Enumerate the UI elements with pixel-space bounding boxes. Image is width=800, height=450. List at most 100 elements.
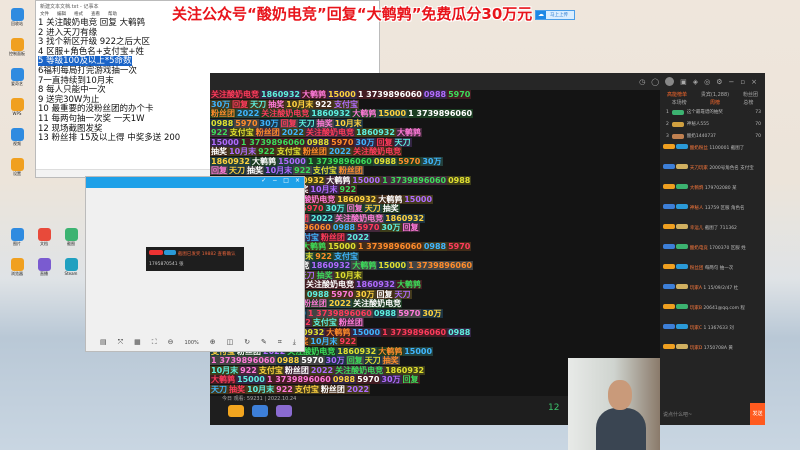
desktop-icon[interactable]: Steam <box>60 258 82 282</box>
fullscreen-icon[interactable]: ⛶ <box>152 338 157 347</box>
close-button[interactable]: × <box>751 78 757 86</box>
desktop-icon[interactable]: 设置 <box>6 158 28 182</box>
horse-icon[interactable] <box>276 405 292 417</box>
ocr-icon[interactable]: ▦ <box>134 338 141 347</box>
message-icon[interactable]: ◎ <box>704 78 710 86</box>
danmaku-comment: 关注酸奶电竞 <box>352 299 403 308</box>
desktop-icon[interactable]: 直播 <box>33 258 55 282</box>
menu-item[interactable]: 编辑 <box>57 11 66 18</box>
danmaku-comment: 回复 <box>231 99 250 109</box>
chat-subtab[interactable]: 周榜 <box>710 99 720 106</box>
fit-icon[interactable]: ⤧ <box>118 338 124 347</box>
chat-tab[interactable]: 贵宾(1,288) <box>701 91 729 98</box>
rotate-icon[interactable]: ↻ <box>244 338 250 347</box>
zoom-in-icon[interactable]: ⊕ <box>210 338 216 347</box>
actual-size-icon[interactable]: ◫ <box>227 338 234 347</box>
danmaku-comment: 2022 <box>327 299 353 308</box>
desktop-icon[interactable]: 浏览器 <box>6 258 28 282</box>
zoom-out-icon[interactable]: ⊖ <box>168 338 174 347</box>
menu-item[interactable]: 格式 <box>74 11 83 18</box>
settings-icon[interactable]: ⚙ <box>716 78 722 86</box>
rank-row[interactable]: 3 酸奶1440737 70 <box>660 130 765 142</box>
danmaku-comment: 1860932 <box>210 156 251 166</box>
danmaku-comment: 天刀 <box>210 384 228 394</box>
minimize-button[interactable]: − <box>272 177 277 188</box>
viewer-toolbar: ▤ ⤧ ▦ ⛶ ⊖ 100% ⊕ ◫ ↻ ✎ ⌗ ⤓ <box>100 338 296 347</box>
desktop-icon-label: 回收站 <box>11 21 23 26</box>
danmaku-comment: 2022 <box>327 147 353 156</box>
danmaku-comment: 粉丝团 <box>319 232 346 242</box>
maximize-button[interactable]: ▫ <box>740 78 745 86</box>
danmaku-comment: 粉丝团 <box>210 109 236 118</box>
danmaku-comment: 1 3739896060 <box>306 156 373 166</box>
line-text: 8 每人只能中一次 <box>38 85 106 96</box>
danmaku-comment: 1 3739896060 <box>381 175 448 185</box>
edit-icon[interactable]: ✎ <box>261 338 267 347</box>
danmaku-comment: 10月末 <box>309 185 339 194</box>
desktop-icon[interactable]: 截图 <box>60 228 82 252</box>
danmaku-comment: 1860932 <box>384 365 426 375</box>
shield-icon[interactable]: ◯ <box>651 78 659 86</box>
app-icon <box>10 128 24 141</box>
send-button[interactable]: 发送 <box>750 403 765 425</box>
upload-badge[interactable]: ☁ 马上上传 <box>535 10 575 20</box>
danmaku-comment: 30万 <box>258 118 280 128</box>
chat-tab[interactable]: 高能榜单 <box>667 91 687 98</box>
app-icon <box>37 228 51 241</box>
avatar[interactable] <box>665 77 675 86</box>
pin-icon[interactable]: ✓ <box>261 177 266 188</box>
desktop-icon[interactable]: 爱奇艺 <box>6 68 28 92</box>
chat-username: 玩家C <box>689 326 703 331</box>
shirt-icon[interactable]: ◈ <box>693 78 698 86</box>
danmaku-comment: 1860932 <box>354 128 396 137</box>
chat-subtab[interactable]: 总榜 <box>743 99 753 106</box>
desktop-icon[interactable]: 图片 <box>6 228 28 252</box>
danmaku-comment: 15000 <box>236 375 266 384</box>
menu-item[interactable]: 文件 <box>40 11 49 18</box>
danmaku-comment: 10月末 <box>309 337 339 346</box>
chat-username: 大鹌鹑 <box>689 186 704 191</box>
chat-text: 13759 区服 角色名 <box>704 206 745 211</box>
rank-row[interactable]: 1 这个最靠谱的抽奖 73 <box>660 106 765 118</box>
trophy-icon[interactable] <box>228 405 244 417</box>
app-toolbar: ◷ ◯ ▣ ◈ ◎ ⚙ − ▫ × <box>210 73 765 90</box>
download-icon[interactable]: ⤓ <box>293 338 296 347</box>
desktop-icon[interactable]: WPS <box>6 98 28 122</box>
danmaku-comment: 支付宝 <box>293 384 320 394</box>
danmaku-comment: 支付宝 <box>332 251 359 261</box>
danmaku-comment: 支付宝 <box>275 147 302 156</box>
chat-username: 幸运儿 <box>689 226 704 231</box>
gift-icon[interactable] <box>252 405 268 417</box>
desktop-icon[interactable]: 回收站 <box>6 8 28 32</box>
menu-item[interactable]: 查看 <box>91 11 100 18</box>
chat-username: 神秘人 <box>689 206 704 211</box>
clock-icon[interactable]: ◷ <box>639 78 645 86</box>
app-icon <box>10 158 24 171</box>
chat-tab[interactable]: 粉丝团 <box>743 91 758 98</box>
danmaku-comment: 大鹌鹑 <box>300 90 327 99</box>
menu-item[interactable]: 帮助 <box>108 11 117 18</box>
danmaku-comment: 0988 <box>422 90 448 99</box>
level-badge <box>676 284 689 289</box>
danmaku-comment: 天刀 <box>363 204 382 213</box>
danmaku-comment: 关注酸奶电竞 <box>210 90 260 99</box>
desktop-icon[interactable]: 视频 <box>6 128 28 152</box>
chat-subtab[interactable]: 本场榜 <box>672 99 687 106</box>
rank-row[interactable]: 2 神秘人555 70 <box>660 118 765 130</box>
chat-username: 天刀玩家 <box>689 166 708 171</box>
danmaku-row: 抽奖10月末922支付宝粉丝团2022关注酸奶电竞 <box>210 147 660 157</box>
minimize-button[interactable]: − <box>729 78 735 86</box>
crop-icon[interactable]: ⌗ <box>278 338 282 347</box>
danmaku-comment: 5970 <box>330 289 355 299</box>
desktop-icon[interactable]: 文档 <box>33 228 55 252</box>
close-button[interactable]: × <box>295 177 300 188</box>
level-badge <box>676 264 689 269</box>
maximize-button[interactable]: □ <box>283 177 289 188</box>
promo-banner: 关注公众号“酸奶电竞”回复“大鹌鹑”免费瓜分30万元 <box>172 5 533 23</box>
edit-icon[interactable]: ▣ <box>680 78 687 86</box>
desktop-icon[interactable]: 控制面板 <box>6 38 28 62</box>
save-icon[interactable]: ▤ <box>100 338 107 347</box>
line-text: 3 找个新区开级 922之后大区 <box>38 37 151 48</box>
danmaku-row: 150001 37398960600988597030万回复天刀 <box>210 137 660 148</box>
image-viewer-window[interactable]: ✓ − □ × 截图已发奖 19882 查看确认 1795870541 张 ▤ ⤧ ▦ ⛶ ⊖… <box>85 176 305 352</box>
